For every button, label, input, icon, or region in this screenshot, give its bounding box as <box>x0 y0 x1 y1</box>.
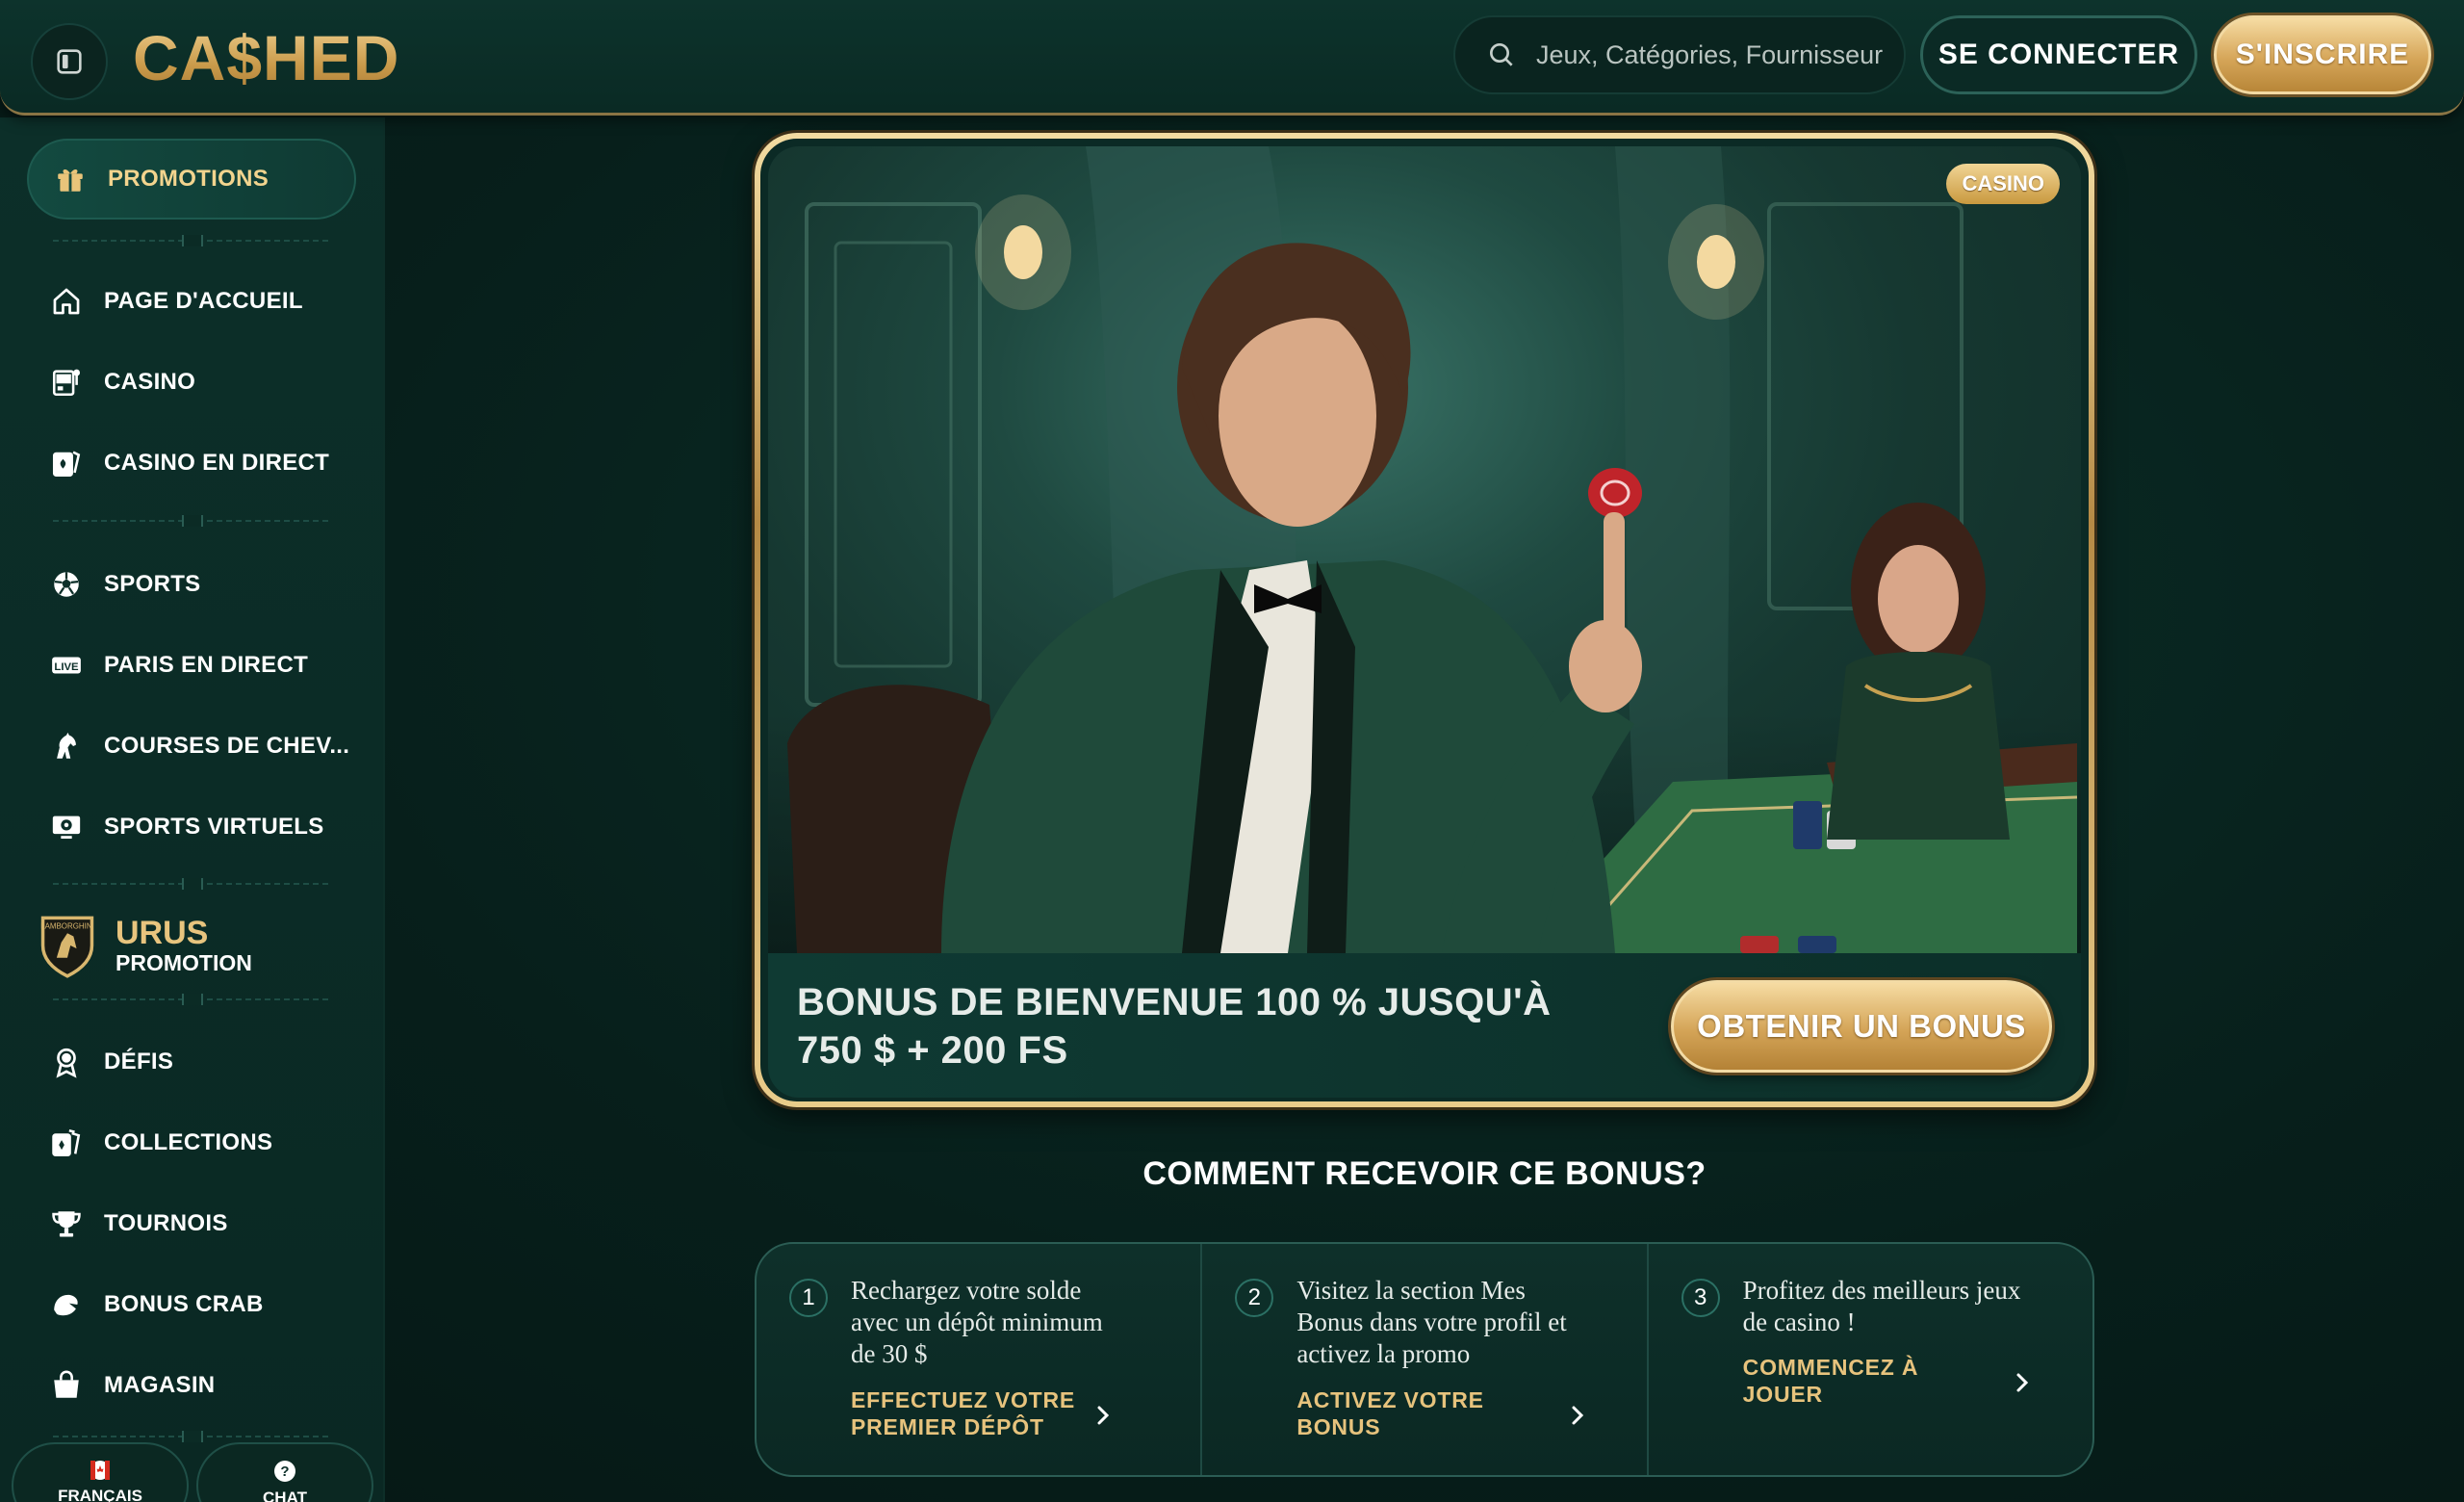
step-link-activate-bonus[interactable]: ACTIVEZ VOTRE BONUS <box>1296 1386 1556 1440</box>
sidebar-item-sports[interactable]: SPORTS <box>48 560 356 609</box>
svg-text:?: ? <box>280 1463 289 1480</box>
virtual-sports-icon <box>48 809 85 845</box>
slot-machine-icon <box>48 364 85 401</box>
step-link-deposit[interactable]: EFFECTUEZ VOTRE PREMIER DÉPÔT <box>851 1386 1111 1440</box>
sidebar-divider <box>53 994 332 1005</box>
step-number: 1 <box>789 1279 828 1317</box>
chevron-right-icon[interactable] <box>1093 1402 1113 1429</box>
chat-button[interactable]: ? CHAT <box>196 1442 373 1502</box>
search-icon <box>1490 43 1513 66</box>
sidebar-item-label: PARIS EN DIRECT <box>104 652 309 678</box>
trophy-icon <box>48 1205 85 1242</box>
soccer-ball-icon <box>48 566 85 603</box>
sidebar-item-horse-racing[interactable]: COURSES DE CHEV... <box>48 722 356 770</box>
chevron-right-icon[interactable] <box>2013 1369 2032 1396</box>
sidebar-divider <box>53 515 332 527</box>
urus-subtitle: PROMOTION <box>116 950 252 975</box>
get-bonus-button[interactable]: OBTENIR UN BONUS <box>1671 980 2052 1073</box>
language-selector[interactable]: FRANÇAIS <box>12 1442 189 1502</box>
register-button[interactable]: S'INSCRIRE <box>2214 15 2431 94</box>
bonus-title-line2: 750 $ + 200 FS <box>797 1029 1068 1072</box>
banner-offer-panel: BONUS DE BIENVENUE 100 % JUSQU'À 750 $ +… <box>768 953 2081 1098</box>
step-number: 3 <box>1681 1279 1720 1317</box>
sidebar-toggle-button[interactable] <box>31 23 108 100</box>
step-text: Profitez des meilleurs jeux de casino ! <box>1742 1276 2021 1336</box>
chat-label: CHAT <box>263 1489 307 1502</box>
sidebar: PROMOTIONS PAGE D'ACCUEIL CASINO CASINO … <box>0 117 385 1502</box>
sidebar-item-label: CASINO EN DIRECT <box>104 450 330 476</box>
step-text: Visitez la section Mes Bonus dans votre … <box>1296 1276 1567 1368</box>
search-bar[interactable] <box>1453 15 1906 94</box>
sidebar-divider <box>53 878 332 890</box>
sidebar-divider <box>53 235 332 246</box>
sidebar-item-label: PAGE D'ACCUEIL <box>104 288 303 314</box>
howto-title: COMMENT RECEVOIR CE BONUS? <box>1142 1155 1707 1192</box>
category-badge: CASINO <box>1946 164 2060 204</box>
site-logo[interactable]: CA$HED <box>133 17 399 98</box>
sidebar-divider <box>53 1431 332 1442</box>
step-card: 2 Visitez la section Mes Bonus dans votr… <box>1202 1244 1649 1475</box>
bonus-steps: 1 Rechargez votre solde avec un dépôt mi… <box>755 1242 2094 1477</box>
top-header: CA$HED SE CONNECTER S'INSCRIRE <box>0 0 2464 116</box>
live-badge-icon: LIVE <box>48 647 85 684</box>
sidebar-item-casino[interactable]: CASINO <box>48 358 356 406</box>
sidebar-item-label: DÉFIS <box>104 1049 174 1075</box>
sidebar-item-live-betting[interactable]: LIVE PARIS EN DIRECT <box>48 641 356 689</box>
live-cards-icon <box>48 445 85 481</box>
step-link-start-playing[interactable]: COMMENCEZ À JOUER <box>1743 1354 1936 1408</box>
sidebar-item-tournaments[interactable]: TOURNOIS <box>48 1200 356 1248</box>
bonus-title: BONUS DE BIENVENUE 100 % JUSQU'À 750 $ +… <box>797 978 1625 1075</box>
home-icon <box>48 283 85 320</box>
step-text: Rechargez votre solde avec un dépôt mini… <box>851 1276 1103 1368</box>
shopping-bag-icon <box>48 1367 85 1404</box>
chevron-right-icon[interactable] <box>1568 1402 1587 1429</box>
sidebar-item-shop[interactable]: MAGASIN <box>48 1361 356 1410</box>
urus-promotion-banner[interactable]: LAMBORGHINI URUS PROMOTION <box>37 907 345 984</box>
sidebar-item-home[interactable]: PAGE D'ACCUEIL <box>48 277 356 325</box>
sidebar-item-label: SPORTS <box>104 571 201 597</box>
sidebar-item-label: TOURNOIS <box>104 1210 228 1236</box>
horse-icon <box>48 728 85 764</box>
sidebar-item-bonus-crab[interactable]: BONUS CRAB <box>48 1281 356 1329</box>
svg-text:LIVE: LIVE <box>54 661 79 673</box>
help-icon: ? <box>274 1461 295 1482</box>
sidebar-item-promotions[interactable]: PROMOTIONS <box>27 139 356 220</box>
sidebar-item-challenges[interactable]: DÉFIS <box>48 1038 356 1086</box>
award-icon <box>48 1044 85 1080</box>
urus-title: URUS <box>116 915 209 951</box>
welcome-bonus-banner: CASINO BONUS DE BIENVENUE 100 % JUSQU'À … <box>755 133 2094 1107</box>
sidebar-item-label: SPORTS VIRTUELS <box>104 814 324 840</box>
sidebar-item-virtual-sports[interactable]: SPORTS VIRTUELS <box>48 803 356 851</box>
language-label: FRANÇAIS <box>58 1487 142 1502</box>
sidebar-item-label: PROMOTIONS <box>108 166 270 192</box>
gift-icon <box>52 161 89 197</box>
sidebar-item-label: BONUS CRAB <box>104 1291 264 1317</box>
sidebar-item-label: COLLECTIONS <box>104 1129 273 1155</box>
sidebar-item-label: MAGASIN <box>104 1372 216 1398</box>
search-input[interactable] <box>1536 39 1883 70</box>
step-number: 2 <box>1235 1279 1274 1317</box>
bonus-title-line1: BONUS DE BIENVENUE 100 % JUSQU'À <box>797 981 1552 1023</box>
step-card: 1 Rechargez votre solde avec un dépôt mi… <box>757 1244 1203 1475</box>
casino-scene-image: CASINO <box>768 146 2081 953</box>
login-button[interactable]: SE CONNECTER <box>1920 15 2197 94</box>
sidebar-item-collections[interactable]: COLLECTIONS <box>48 1119 356 1167</box>
svg-text:LAMBORGHINI: LAMBORGHINI <box>40 922 94 931</box>
step-card: 3 Profitez des meilleurs jeux de casino … <box>1649 1244 2092 1475</box>
crab-claw-icon <box>48 1286 85 1323</box>
canada-flag-icon <box>90 1461 110 1480</box>
lamborghini-shield-icon: LAMBORGHINI <box>40 916 94 978</box>
sidebar-item-live-casino[interactable]: CASINO EN DIRECT <box>48 439 356 487</box>
sidebar-item-label: CASINO <box>104 369 196 395</box>
sidebar-item-label: COURSES DE CHEV... <box>104 733 350 759</box>
sidebar-toggle-icon <box>57 49 82 74</box>
cards-collection-icon <box>48 1125 85 1161</box>
